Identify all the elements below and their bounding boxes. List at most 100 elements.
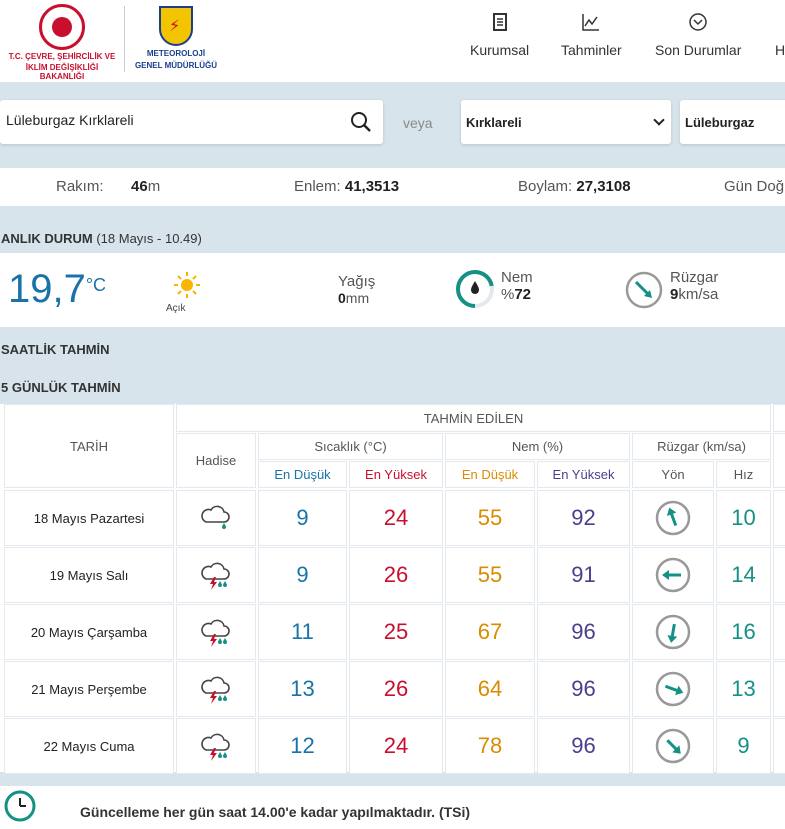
district-value: Lüleburgaz xyxy=(685,115,755,130)
wind-arrow-icon xyxy=(655,557,691,593)
nav-son-durumlar[interactable]: Son Durumlar xyxy=(655,12,741,58)
nav-h[interactable]: H xyxy=(775,42,785,58)
sunrise-label: Gün Doğ xyxy=(724,178,785,195)
humidity-reading: %72 xyxy=(501,286,533,303)
extra-column xyxy=(773,547,785,603)
wind-unit: km/sa xyxy=(678,286,719,303)
wind-direction xyxy=(632,490,714,546)
search-icon[interactable] xyxy=(349,110,373,134)
forecast-date-value: 21 Mayıs Perşembe xyxy=(31,681,147,697)
ministry-name-line1: T.C. ÇEVRE, ŞEHİRCİLİK VE xyxy=(8,52,116,61)
forecast-date-value: 20 Mayıs Çarşamba xyxy=(30,624,148,640)
site-header: T.C. ÇEVRE, ŞEHİRCİLİK VE İKLİM DEĞİŞİKL… xyxy=(0,0,785,82)
wind-speed-value: 10 xyxy=(731,505,756,530)
province-select[interactable]: Kırklareli xyxy=(461,100,671,144)
wind-direction xyxy=(632,718,714,774)
temp-max: 26 xyxy=(349,661,443,717)
daily-forecast-table: TAHMİN EDİLEN TARİH Hadise Sıcaklık (°C)… xyxy=(0,404,785,774)
humidity-min: 78 xyxy=(445,718,535,774)
current-title: ANLIK DURUM (18 Mayıs - 10.49) xyxy=(1,231,202,246)
thunderstorm-rain-icon xyxy=(201,619,230,647)
wind: Rüzgar 9km/sa xyxy=(670,269,718,303)
extra-column xyxy=(773,404,785,432)
humidity-min-value: 55 xyxy=(477,562,503,587)
temp-min: 9 xyxy=(258,490,347,546)
hourly-title[interactable]: SAATLİK TAHMİN xyxy=(1,342,110,357)
humidity-min: 55 xyxy=(445,490,535,546)
precip-label: Yağış xyxy=(338,273,376,290)
humidity-max: 96 xyxy=(537,718,630,774)
hum-max-header: En Yüksek xyxy=(537,461,630,488)
latitude: Enlem: 41,3513 xyxy=(294,178,399,195)
wind-speed-value: 16 xyxy=(731,619,756,644)
humidity-prefix: % xyxy=(501,286,515,303)
forecast-date: 20 Mayıs Çarşamba xyxy=(4,604,174,660)
update-note-bar: Güncelleme her gün saat 14.00'e kadar ya… xyxy=(0,786,785,829)
humidity-min: 55 xyxy=(445,547,535,603)
humidity-max: 92 xyxy=(537,490,630,546)
temp-max-value: 25 xyxy=(383,619,409,644)
wind-direction xyxy=(632,661,714,717)
chart-icon xyxy=(582,14,600,31)
humidity-min-value: 67 xyxy=(477,619,503,644)
wind-label: Rüzgar xyxy=(670,269,719,286)
latitude-label: Enlem: xyxy=(294,178,341,195)
current-time: (18 Mayıs - 10.49) xyxy=(96,231,202,246)
extra-column xyxy=(773,490,785,546)
nav-label: Son Durumlar xyxy=(655,42,742,58)
wind-header: Rüzgar (km/sa) xyxy=(632,433,771,460)
wind-arrow-icon xyxy=(655,500,691,536)
chevron-circle-down-icon xyxy=(689,13,707,31)
mgm-logo[interactable]: METEOROLOJİ GENEL MÜDÜRLÜĞÜ xyxy=(134,6,218,76)
forecast-date: 19 Mayıs Salı xyxy=(4,547,174,603)
extra-column xyxy=(773,718,785,774)
wind-reading: 9km/sa xyxy=(670,286,718,303)
wind-arrow-icon xyxy=(655,614,691,650)
search-input[interactable] xyxy=(6,112,336,128)
temp-max-value: 24 xyxy=(383,733,409,758)
condition-label: Açık xyxy=(166,303,186,314)
latitude-value: 41,3513 xyxy=(344,178,400,195)
wind-arrow-icon xyxy=(655,728,691,764)
ministry-logo[interactable]: T.C. ÇEVRE, ŞEHİRCİLİK VE İKLİM DEĞİŞİKL… xyxy=(4,4,120,81)
temp-min-value: 13 xyxy=(290,676,315,701)
altitude-value: 46 xyxy=(131,178,148,195)
forecast-date: 18 Mayıs Pazartesi xyxy=(4,490,174,546)
station-info-bar: Rakım: 46m Enlem: 41,3513 Boylam: 27,310… xyxy=(0,168,785,206)
predicted-header: TAHMİN EDİLEN xyxy=(176,404,771,432)
forecast-date-value: 22 Mayıs Cuma xyxy=(43,738,135,754)
humidity: Nem %72 xyxy=(501,269,533,303)
humidity-gauge-icon xyxy=(456,270,494,308)
temp-min-header: En Düşük xyxy=(258,461,347,488)
humidity-max: 96 xyxy=(537,661,630,717)
temp-header: Sıcaklık (°C) xyxy=(258,433,443,460)
header-divider xyxy=(124,6,125,72)
temp-max-header: En Yüksek xyxy=(349,461,443,488)
humidity-max-value: 96 xyxy=(571,619,596,644)
wind-speed: 9 xyxy=(716,718,771,774)
temp-min-value: 9 xyxy=(296,505,309,530)
ministry-name-line2: İKLİM DEĞİŞİKLİĞİ BAKANLIĞI xyxy=(25,63,99,81)
district-select[interactable]: Lüleburgaz xyxy=(680,100,785,144)
event-header: Hadise xyxy=(176,433,256,488)
wind-direction xyxy=(632,547,714,603)
current-conditions: 19,7°C Açık Yağış 0mm Nem %72 Rüzgar 9km… xyxy=(0,253,785,327)
humidity-max-value: 92 xyxy=(571,505,596,530)
wind-speed: 13 xyxy=(716,661,771,717)
weather-icon-cell xyxy=(176,661,256,717)
wind-speed: 10 xyxy=(716,490,771,546)
chevron-down-icon xyxy=(653,114,665,126)
wind-speed-header: Hız xyxy=(716,461,771,488)
thunderstorm-rain-icon xyxy=(201,562,230,590)
nav-kurumsal[interactable]: Kurumsal xyxy=(470,12,529,58)
temp-max-value: 26 xyxy=(383,562,409,587)
mgm-name-line2: GENEL MÜDÜRLÜĞÜ xyxy=(134,61,218,70)
weather-icon-cell xyxy=(176,718,256,774)
mgm-shield-icon xyxy=(159,6,193,46)
current-temp-value: 19,7 xyxy=(8,267,86,311)
humidity-max: 91 xyxy=(537,547,630,603)
ministry-emblem-icon xyxy=(39,4,85,50)
thunderstorm-rain-icon xyxy=(201,676,230,704)
longitude-value: 27,3108 xyxy=(576,178,631,195)
nav-tahminler[interactable]: Tahminler xyxy=(561,12,622,58)
